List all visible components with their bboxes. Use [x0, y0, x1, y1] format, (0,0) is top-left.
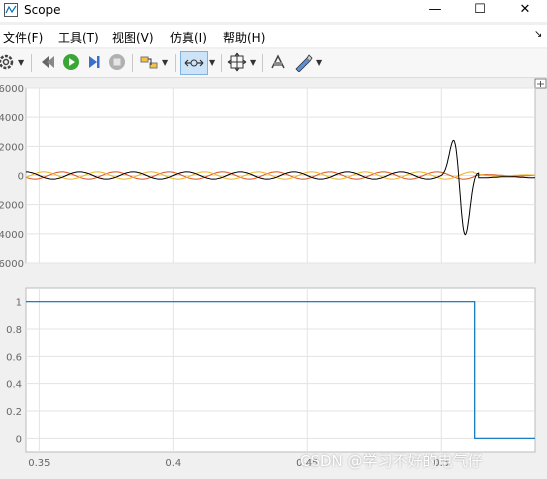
y-tick-label: 6000: [0, 259, 24, 270]
highlight-block-icon[interactable]: [268, 52, 288, 72]
menu-simulation[interactable]: 仿真(I): [170, 29, 207, 46]
y-tick-label: 0.8: [6, 325, 22, 336]
zoom-dropdown-icon[interactable]: ▼: [209, 58, 215, 67]
undock-icon[interactable]: [534, 78, 547, 89]
menu-view[interactable]: 视图(V): [112, 29, 154, 46]
signal-dropdown-icon[interactable]: ▼: [162, 58, 168, 67]
autoscale-dropdown-icon[interactable]: ▼: [250, 58, 256, 67]
title-bar: Scope — ☐ ✕: [0, 0, 547, 22]
menu-tools[interactable]: 工具(T): [58, 29, 99, 46]
toolbar: ▼ ▼ ▼ ▼ ▼: [0, 49, 547, 78]
style-dropdown-icon[interactable]: ▼: [316, 58, 322, 67]
minimize-button[interactable]: —: [412, 0, 458, 22]
dock-arrow-icon[interactable]: ↘: [534, 29, 542, 40]
x-tick-label: 0.4: [165, 458, 181, 469]
y-tick-label: 0.6: [6, 352, 22, 363]
run-icon[interactable]: [61, 52, 81, 72]
y-tick-label: 1: [16, 298, 22, 309]
step-forward-icon[interactable]: [84, 52, 104, 72]
csdn-watermark: CSDN @学习不好的电气仔: [300, 452, 483, 470]
window-title: Scope: [24, 3, 61, 17]
y-tick-label: 0.2: [6, 407, 22, 418]
top-axes: 6000 4000 2000 0 2000 4000 6000: [0, 84, 536, 270]
y-tick-label: 0.4: [6, 380, 22, 391]
toolbar-separator: [175, 54, 176, 72]
y-tick-label: 6000: [0, 84, 24, 95]
style-icon[interactable]: [293, 52, 313, 72]
toolbar-separator: [31, 54, 32, 72]
y-tick-label: 0: [18, 172, 24, 183]
x-tick-label: 0.35: [28, 458, 50, 469]
signal-selector-icon[interactable]: [139, 52, 159, 72]
menu-file[interactable]: 文件(F): [3, 29, 43, 46]
maximize-button[interactable]: ☐: [457, 0, 503, 22]
top-axes-y-ticks: 6000 4000 2000 0 2000 4000 6000: [0, 84, 24, 270]
menu-help[interactable]: 帮助(H): [223, 29, 265, 46]
settings-icon[interactable]: [0, 52, 16, 72]
zoom-icon: [184, 59, 204, 67]
toolbar-separator: [262, 54, 263, 72]
y-tick-label: 4000: [0, 113, 24, 124]
rewind-step-icon[interactable]: [38, 52, 58, 72]
bottom-axes: 10.80.60.40.20 0.35 0.4 0.45 0.5: [6, 287, 536, 469]
close-button[interactable]: ✕: [502, 0, 547, 22]
scope-app-icon: [4, 3, 18, 17]
bottom-axes-background: [25, 287, 536, 453]
stop-icon[interactable]: [107, 52, 127, 72]
y-tick-label: 4000: [0, 230, 24, 241]
y-tick-label: 2000: [0, 201, 24, 212]
scope-plot-area: 6000 4000 2000 0 2000 4000 6000 1 0.8 0.6 0.4 0.2 0…: [0, 78, 547, 479]
settings-dropdown-icon[interactable]: ▼: [18, 58, 24, 67]
autoscale-icon[interactable]: [227, 52, 247, 72]
y-tick-label: 0: [16, 434, 22, 445]
menu-bar: 文件(F) 工具(T) 视图(V) 仿真(I) 帮助(H) ↘: [0, 25, 547, 47]
toolbar-separator: [132, 54, 133, 72]
toolbar-separator: [221, 54, 222, 72]
bottom-axes-y-ticks: 1 0.8 0.6 0.4 0.2 0: [6, 298, 22, 446]
y-tick-label: 2000: [0, 142, 24, 153]
zoom-button-active[interactable]: [180, 51, 208, 75]
